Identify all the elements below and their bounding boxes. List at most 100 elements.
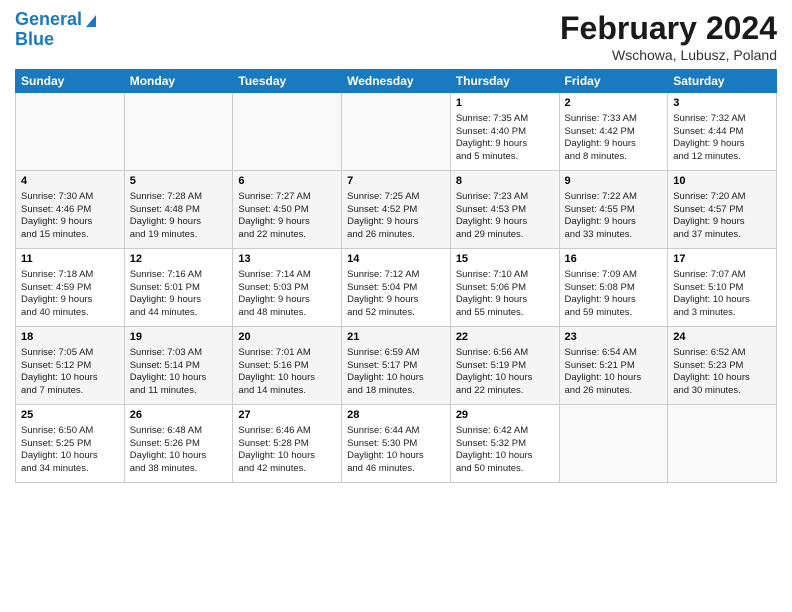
day-number: 14 bbox=[347, 252, 445, 267]
col-wednesday: Wednesday bbox=[342, 70, 451, 93]
table-row: 4 Sunrise: 7:30 AM Sunset: 4:46 PM Daylig… bbox=[16, 171, 125, 249]
table-row: 8 Sunrise: 7:23 AM Sunset: 4:53 PM Daylig… bbox=[450, 171, 559, 249]
day-number: 28 bbox=[347, 408, 445, 423]
table-row: 13Sunrise: 7:14 AM Sunset: 5:03 PM Dayli… bbox=[233, 249, 342, 327]
calendar-week-row: 4 Sunrise: 7:30 AM Sunset: 4:46 PM Daylig… bbox=[16, 171, 777, 249]
day-info: Sunrise: 6:46 AM Sunset: 5:28 PM Dayligh… bbox=[238, 425, 336, 476]
day-number: 11 bbox=[21, 252, 119, 267]
day-info: Sunrise: 7:07 AM Sunset: 5:10 PM Dayligh… bbox=[673, 269, 771, 320]
day-number: 24 bbox=[673, 330, 771, 345]
table-row bbox=[233, 93, 342, 171]
table-row: 6Sunrise: 7:27 AM Sunset: 4:50 PM Daylig… bbox=[233, 171, 342, 249]
day-info: Sunrise: 7:12 AM Sunset: 5:04 PM Dayligh… bbox=[347, 269, 445, 320]
day-info: Sunrise: 7:22 AM Sunset: 4:55 PM Dayligh… bbox=[565, 191, 663, 242]
day-number: 23 bbox=[565, 330, 663, 345]
day-number: 17 bbox=[673, 252, 771, 267]
day-info: Sunrise: 6:50 AM Sunset: 5:25 PM Dayligh… bbox=[21, 425, 119, 476]
day-info: Sunrise: 7:20 AM Sunset: 4:57 PM Dayligh… bbox=[673, 191, 771, 242]
col-saturday: Saturday bbox=[668, 70, 777, 93]
table-row: 11 Sunrise: 7:18 AM Sunset: 4:59 PM Dayli… bbox=[16, 249, 125, 327]
table-row: 26 Sunrise: 6:48 AM Sunset: 5:26 PM Dayli… bbox=[124, 405, 233, 483]
day-number: 29 bbox=[456, 408, 554, 423]
table-row: 19 Sunrise: 7:03 AM Sunset: 5:14 PM Dayli… bbox=[124, 327, 233, 405]
table-row: 2 Sunrise: 7:33 AM Sunset: 4:42 PM Daylig… bbox=[559, 93, 668, 171]
day-info: Sunrise: 6:54 AM Sunset: 5:21 PM Dayligh… bbox=[565, 347, 663, 398]
day-number: 26 bbox=[130, 408, 228, 423]
day-number: 13 bbox=[238, 252, 336, 267]
day-info: Sunrise: 7:18 AM Sunset: 4:59 PM Dayligh… bbox=[21, 269, 119, 320]
calendar-week-row: 11 Sunrise: 7:18 AM Sunset: 4:59 PM Dayli… bbox=[16, 249, 777, 327]
day-info: Sunrise: 6:48 AM Sunset: 5:26 PM Dayligh… bbox=[130, 425, 228, 476]
calendar-table: Sunday Monday Tuesday Wednesday Thursday… bbox=[15, 69, 777, 483]
table-row: 16 Sunrise: 7:09 AM Sunset: 5:08 PM Dayli… bbox=[559, 249, 668, 327]
day-number: 16 bbox=[565, 252, 663, 267]
day-info: Sunrise: 7:33 AM Sunset: 4:42 PM Dayligh… bbox=[565, 113, 663, 164]
day-info: Sunrise: 6:42 AM Sunset: 5:32 PM Dayligh… bbox=[456, 425, 554, 476]
table-row: 29 Sunrise: 6:42 AM Sunset: 5:32 PM Dayli… bbox=[450, 405, 559, 483]
day-info: Sunrise: 7:25 AM Sunset: 4:52 PM Dayligh… bbox=[347, 191, 445, 242]
day-number: 22 bbox=[456, 330, 554, 345]
month-year: February 2024 bbox=[560, 10, 777, 47]
calendar-week-row: 1 Sunrise: 7:35 AM Sunset: 4:40 PM Daylig… bbox=[16, 93, 777, 171]
col-friday: Friday bbox=[559, 70, 668, 93]
logo-icon bbox=[82, 11, 100, 29]
day-number: 20 bbox=[238, 330, 336, 345]
day-number: 3 bbox=[673, 96, 771, 111]
day-number: 4 bbox=[21, 174, 119, 189]
day-number: 27 bbox=[238, 408, 336, 423]
day-info: Sunrise: 7:28 AM Sunset: 4:48 PM Dayligh… bbox=[130, 191, 228, 242]
calendar-page: General Blue February 2024 Wschowa, Lubu… bbox=[0, 0, 792, 493]
table-row bbox=[124, 93, 233, 171]
location: Wschowa, Lubusz, Poland bbox=[560, 47, 777, 63]
table-row: 17 Sunrise: 7:07 AM Sunset: 5:10 PM Dayli… bbox=[668, 249, 777, 327]
calendar-header-row: Sunday Monday Tuesday Wednesday Thursday… bbox=[16, 70, 777, 93]
day-info: Sunrise: 6:56 AM Sunset: 5:19 PM Dayligh… bbox=[456, 347, 554, 398]
table-row: 12Sunrise: 7:16 AM Sunset: 5:01 PM Dayli… bbox=[124, 249, 233, 327]
header: General Blue February 2024 Wschowa, Lubu… bbox=[15, 10, 777, 63]
day-number: 25 bbox=[21, 408, 119, 423]
day-number: 18 bbox=[21, 330, 119, 345]
day-number: 8 bbox=[456, 174, 554, 189]
day-number: 21 bbox=[347, 330, 445, 345]
table-row: 1 Sunrise: 7:35 AM Sunset: 4:40 PM Daylig… bbox=[450, 93, 559, 171]
day-info: Sunrise: 6:52 AM Sunset: 5:23 PM Dayligh… bbox=[673, 347, 771, 398]
day-number: 1 bbox=[456, 96, 554, 111]
col-tuesday: Tuesday bbox=[233, 70, 342, 93]
table-row: 10 Sunrise: 7:20 AM Sunset: 4:57 PM Dayli… bbox=[668, 171, 777, 249]
table-row: 23 Sunrise: 6:54 AM Sunset: 5:21 PM Dayli… bbox=[559, 327, 668, 405]
calendar-week-row: 18Sunrise: 7:05 AM Sunset: 5:12 PM Dayli… bbox=[16, 327, 777, 405]
day-number: 19 bbox=[130, 330, 228, 345]
day-info: Sunrise: 7:03 AM Sunset: 5:14 PM Dayligh… bbox=[130, 347, 228, 398]
day-number: 2 bbox=[565, 96, 663, 111]
table-row: 15Sunrise: 7:10 AM Sunset: 5:06 PM Dayli… bbox=[450, 249, 559, 327]
day-info: Sunrise: 7:23 AM Sunset: 4:53 PM Dayligh… bbox=[456, 191, 554, 242]
table-row bbox=[559, 405, 668, 483]
day-info: Sunrise: 7:35 AM Sunset: 4:40 PM Dayligh… bbox=[456, 113, 554, 164]
table-row: 5 Sunrise: 7:28 AM Sunset: 4:48 PM Daylig… bbox=[124, 171, 233, 249]
table-row: 28 Sunrise: 6:44 AM Sunset: 5:30 PM Dayli… bbox=[342, 405, 451, 483]
table-row: 18Sunrise: 7:05 AM Sunset: 5:12 PM Dayli… bbox=[16, 327, 125, 405]
table-row: 25 Sunrise: 6:50 AM Sunset: 5:25 PM Dayli… bbox=[16, 405, 125, 483]
day-info: Sunrise: 7:10 AM Sunset: 5:06 PM Dayligh… bbox=[456, 269, 554, 320]
day-info: Sunrise: 7:01 AM Sunset: 5:16 PM Dayligh… bbox=[238, 347, 336, 398]
logo-text: General bbox=[15, 10, 82, 30]
table-row: 7Sunrise: 7:25 AM Sunset: 4:52 PM Daylig… bbox=[342, 171, 451, 249]
table-row: 24 Sunrise: 6:52 AM Sunset: 5:23 PM Dayli… bbox=[668, 327, 777, 405]
day-info: Sunrise: 7:32 AM Sunset: 4:44 PM Dayligh… bbox=[673, 113, 771, 164]
day-info: Sunrise: 6:44 AM Sunset: 5:30 PM Dayligh… bbox=[347, 425, 445, 476]
table-row: 14 Sunrise: 7:12 AM Sunset: 5:04 PM Dayli… bbox=[342, 249, 451, 327]
day-number: 10 bbox=[673, 174, 771, 189]
col-sunday: Sunday bbox=[16, 70, 125, 93]
table-row: 3 Sunrise: 7:32 AM Sunset: 4:44 PM Daylig… bbox=[668, 93, 777, 171]
day-info: Sunrise: 7:16 AM Sunset: 5:01 PM Dayligh… bbox=[130, 269, 228, 320]
day-number: 5 bbox=[130, 174, 228, 189]
day-number: 9 bbox=[565, 174, 663, 189]
calendar-week-row: 25 Sunrise: 6:50 AM Sunset: 5:25 PM Dayli… bbox=[16, 405, 777, 483]
table-row: 27 Sunrise: 6:46 AM Sunset: 5:28 PM Dayli… bbox=[233, 405, 342, 483]
table-row bbox=[668, 405, 777, 483]
day-info: Sunrise: 7:09 AM Sunset: 5:08 PM Dayligh… bbox=[565, 269, 663, 320]
day-info: Sunrise: 7:30 AM Sunset: 4:46 PM Dayligh… bbox=[21, 191, 119, 242]
day-info: Sunrise: 6:59 AM Sunset: 5:17 PM Dayligh… bbox=[347, 347, 445, 398]
table-row bbox=[16, 93, 125, 171]
col-monday: Monday bbox=[124, 70, 233, 93]
